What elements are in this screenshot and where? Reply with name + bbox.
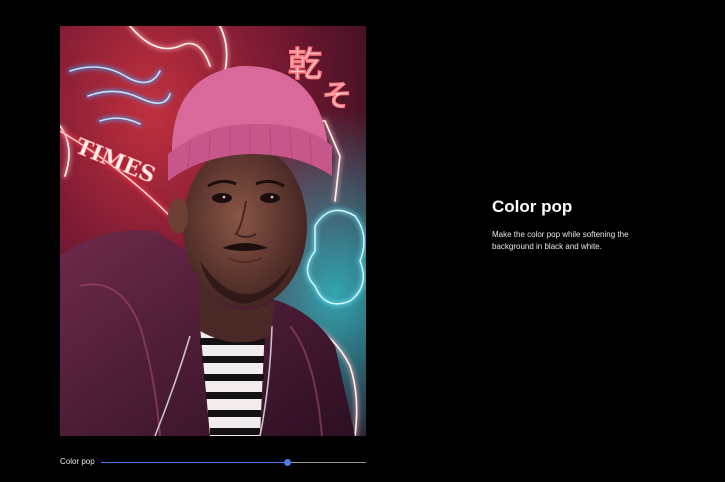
info-panel: Color pop Make the color pop while softe… — [492, 197, 682, 253]
striped-shirt — [200, 326, 265, 436]
face — [183, 144, 307, 308]
slider-thumb[interactable] — [283, 459, 291, 466]
feature-title: Color pop — [492, 197, 573, 216]
portrait-photo-illustration: TIMES 乾 そ — [60, 26, 366, 436]
portrait-photo: TIMES 乾 そ — [60, 26, 366, 436]
slider-label: Color pop — [60, 457, 95, 466]
color-pop-slider-row: Color pop — [60, 455, 366, 471]
color-pop-slider[interactable] — [101, 459, 366, 466]
feature-description: Make the color pop while softening the b… — [492, 230, 629, 251]
slider-fill — [101, 462, 287, 463]
neon-glyph-2: そ — [322, 79, 352, 114]
